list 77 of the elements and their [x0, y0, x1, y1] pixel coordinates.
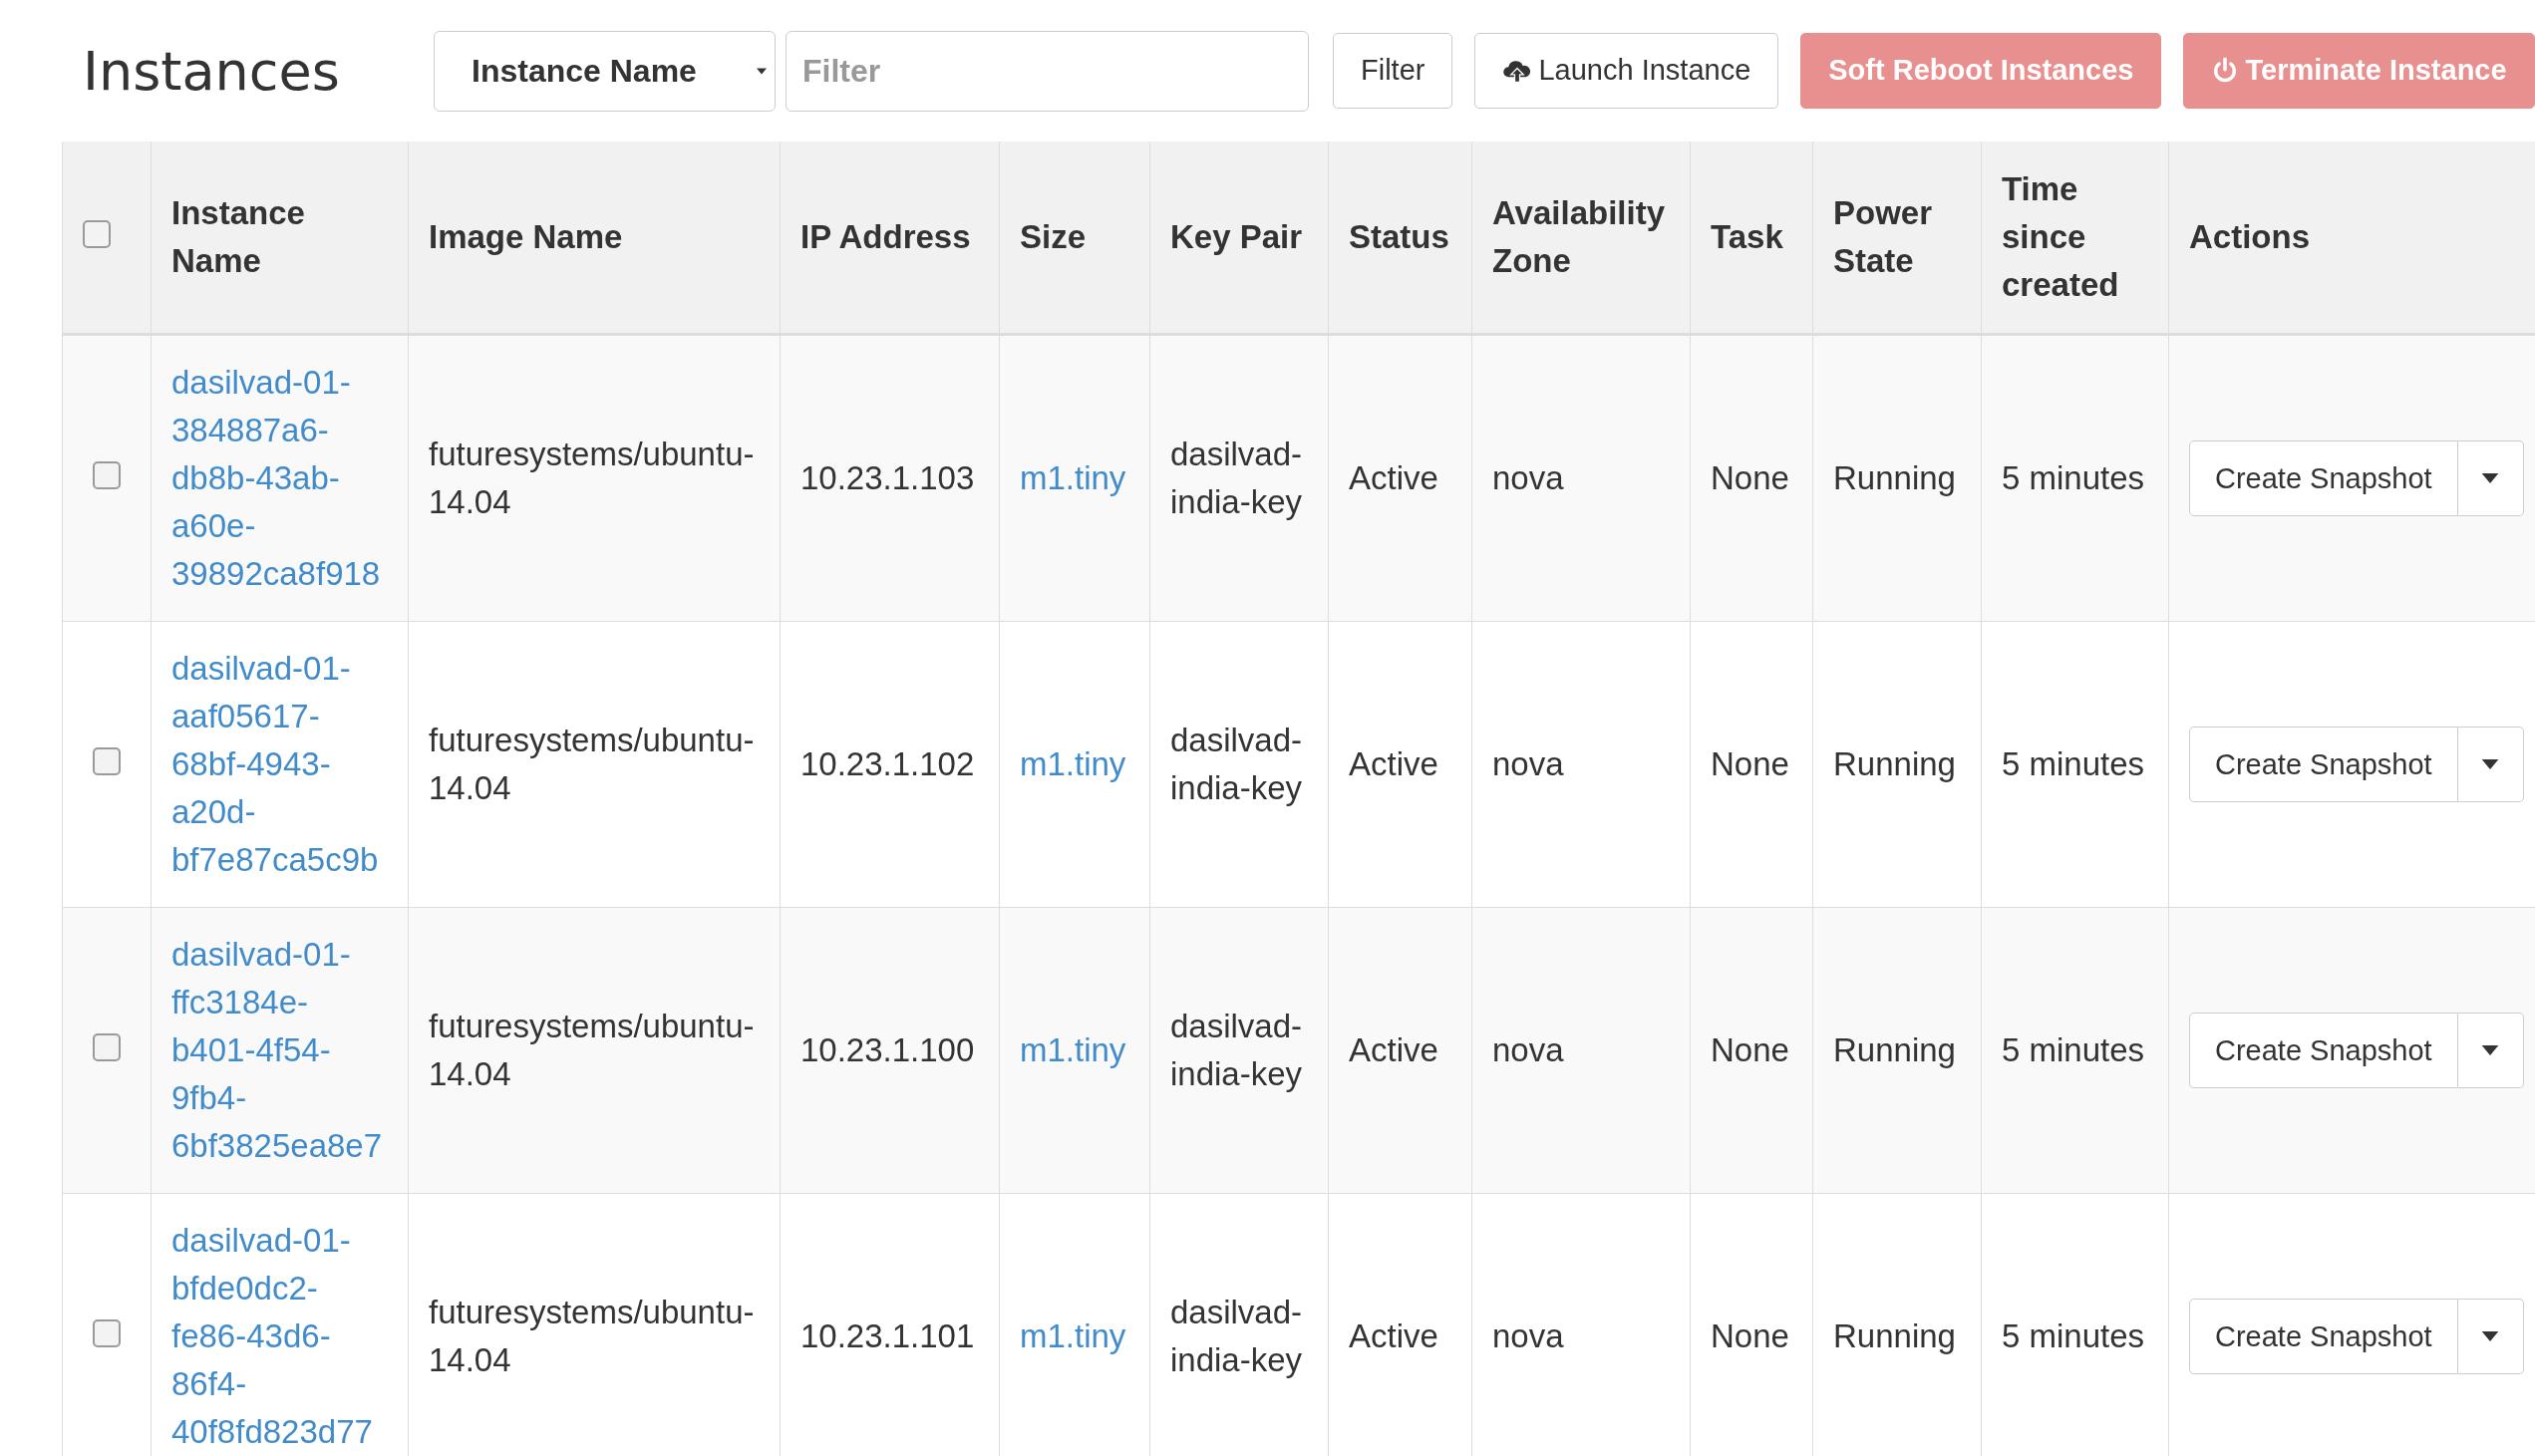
table-cell: nova [1492, 1031, 1564, 1068]
table-cell: Running [1833, 459, 1956, 496]
create-snapshot-button[interactable]: Create Snapshot [2189, 1299, 2458, 1374]
table-cell: 10.23.1.101 [800, 1317, 975, 1354]
instance-name-link[interactable]: dasilvad-01-ffc3184e-b401-4f54-9fb4-6bf3825ea8e7 [171, 931, 388, 1170]
instance-name-link[interactable]: dasilvad-01-bfde0dc2-fe86-43d6-86f4-40f8fd823d77 [171, 1217, 388, 1456]
table-cell: dasilvad-india-key [1170, 1008, 1303, 1092]
table-cell: dasilvad-india-key [1170, 436, 1303, 520]
table-cell: Running [1833, 1031, 1956, 1068]
caret-icon [2481, 1045, 2500, 1055]
column-header: Key Pair [1170, 218, 1303, 255]
table-cell: 5 minutes [2002, 1317, 2145, 1354]
size-link[interactable]: m1.tiny [1020, 459, 1126, 496]
launch-button[interactable]: Launch Instance [1474, 33, 1779, 109]
table-cell: dasilvad-india-key [1170, 722, 1303, 806]
terminate-button[interactable]: Terminate Instance [2183, 33, 2535, 109]
cloud-upload-icon [1502, 58, 1533, 84]
actions-dropdown-toggle[interactable] [2457, 727, 2524, 802]
table-cell: Active [1349, 1031, 1438, 1068]
table-cell: Running [1833, 1317, 1956, 1354]
caret-icon [757, 67, 767, 75]
caret-icon [2481, 473, 2500, 483]
create-snapshot-button[interactable]: Create Snapshot [2189, 727, 2458, 802]
actions-dropdown-toggle[interactable] [2457, 1299, 2524, 1374]
size-link[interactable]: m1.tiny [1020, 745, 1126, 782]
table-cell: futuresystems/ubuntu-14.04 [429, 1294, 755, 1378]
soft-reboot-button[interactable]: Soft Reboot Instances [1800, 33, 2162, 109]
size-link[interactable]: m1.tiny [1020, 1317, 1126, 1354]
actions-dropdown-toggle[interactable] [2457, 440, 2524, 516]
caret-icon [2481, 759, 2500, 769]
table-cell: nova [1492, 1317, 1564, 1354]
caret-icon [2481, 1331, 2500, 1341]
filter-field[interactable]: Filter [786, 30, 1309, 112]
table-cell: 10.23.1.103 [800, 459, 975, 496]
column-header: Actions [2189, 218, 2310, 255]
column-header: Image Name [429, 218, 623, 255]
column-header: Time since created [2002, 170, 2119, 303]
column-header: Size [1020, 218, 1087, 255]
create-snapshot-button[interactable]: Create Snapshot [2189, 440, 2458, 516]
table-cell: nova [1492, 459, 1564, 496]
table-cell: 10.23.1.102 [800, 745, 975, 782]
checkbox[interactable] [93, 461, 121, 489]
column-header: Availability Zone [1492, 194, 1665, 279]
table-cell: futuresystems/ubuntu-14.04 [429, 1008, 755, 1092]
page-title: Instances [83, 38, 341, 105]
create-snapshot-button[interactable]: Create Snapshot [2189, 1013, 2458, 1088]
checkbox[interactable] [93, 747, 121, 775]
checkbox[interactable] [93, 1319, 121, 1347]
size-link[interactable]: m1.tiny [1020, 1031, 1126, 1068]
instance-name-link[interactable]: dasilvad-01-aaf05617-68bf-4943-a20d-bf7e87ca5c9b [171, 645, 388, 884]
table-cell: None [1711, 1317, 1789, 1354]
table-cell: Active [1349, 745, 1438, 782]
table-cell: Active [1349, 459, 1438, 496]
instance-name-link[interactable]: dasilvad-01-384887a6-db8b-43ab-a60e-39892ca8f918 [171, 359, 388, 598]
table-cell: dasilvad-india-key [1170, 1294, 1303, 1378]
column-header: IP Address [800, 218, 971, 255]
checkbox[interactable] [83, 220, 111, 248]
table-cell: None [1711, 745, 1789, 782]
checkbox[interactable] [93, 1033, 121, 1061]
actions-dropdown-toggle[interactable] [2457, 1013, 2524, 1088]
table-cell: futuresystems/ubuntu-14.04 [429, 436, 755, 520]
column-header: Power State [1833, 194, 1933, 279]
table-cell: Active [1349, 1317, 1438, 1354]
table-cell: futuresystems/ubuntu-14.04 [429, 722, 755, 806]
table-cell: Running [1833, 745, 1956, 782]
table-cell: None [1711, 459, 1789, 496]
table-cell: None [1711, 1031, 1789, 1068]
table-cell: 5 minutes [2002, 745, 2145, 782]
table-cell: nova [1492, 745, 1564, 782]
table-cell: 10.23.1.100 [800, 1031, 975, 1068]
table-cell: 5 minutes [2002, 459, 2145, 496]
column-header: Instance Name [171, 194, 305, 279]
column-header: Task [1711, 218, 1783, 255]
column-header: Status [1349, 218, 1449, 255]
filter-field-select[interactable]: Instance Name [434, 30, 776, 112]
filter-button[interactable]: Filter [1333, 33, 1453, 109]
table-cell: 5 minutes [2002, 1031, 2145, 1068]
